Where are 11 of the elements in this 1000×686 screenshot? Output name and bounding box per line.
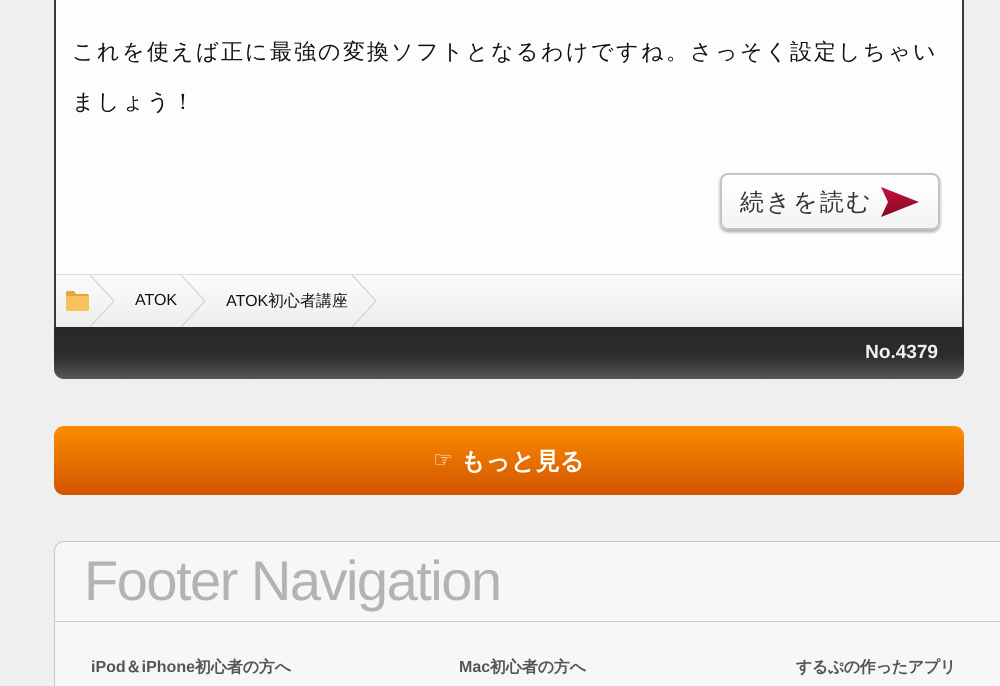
article-paragraph: これを使えば正に最強の変換ソフトとなるわけですね。さっそく設定しちゃいましょう！ xyxy=(72,38,939,116)
folder-icon[interactable] xyxy=(65,290,90,312)
footer-column-heading: iPod＆iPhone初心者の方へ xyxy=(91,658,291,678)
read-more-button[interactable]: 続きを読む xyxy=(720,173,940,230)
breadcrumb-link[interactable]: ATOK初心者講座 xyxy=(226,290,348,312)
pointing-hand-icon: ☞ xyxy=(433,448,453,473)
entry-number: No.4379 xyxy=(865,342,938,364)
triangle-arrow-icon xyxy=(881,186,919,216)
footer-column-heading: Mac初心者の方へ xyxy=(459,658,586,678)
footer-column-heading: するぷの作ったアプリ xyxy=(796,658,956,678)
breadcrumb-link[interactable]: ATOK xyxy=(135,292,178,310)
